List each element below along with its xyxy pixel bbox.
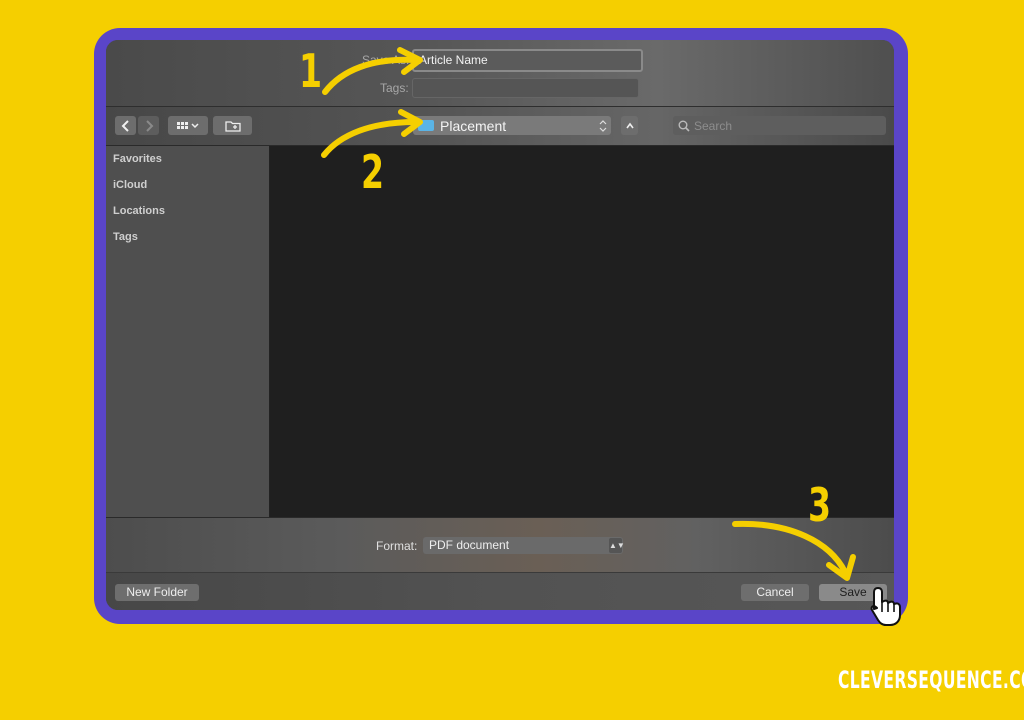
view-options-button[interactable] — [168, 116, 208, 135]
location-value: Placement — [440, 117, 507, 134]
updown-arrow-icon — [599, 120, 607, 132]
step-number-3: 3 — [808, 478, 832, 532]
grid-view-icon — [177, 121, 199, 129]
format-dropdown[interactable]: PDF document ▲▼ — [423, 537, 625, 554]
dialog-header: Save As: Article Name Tags: — [106, 40, 894, 107]
new-folder-button[interactable]: New Folder — [115, 584, 199, 601]
button-bar: New Folder Cancel Save — [106, 572, 894, 610]
format-value: PDF document — [429, 538, 510, 552]
chevron-up-icon — [625, 122, 634, 128]
forward-button[interactable] — [138, 116, 159, 135]
chevron-left-icon — [121, 119, 129, 132]
watermark: CLEVERSEQUENCE.COM — [838, 666, 1024, 694]
save-dialog: Save As: Article Name Tags: Placement Se… — [106, 40, 894, 610]
dialog-toolbar: Placement Search — [106, 107, 894, 146]
search-placeholder: Search — [694, 118, 733, 133]
format-label: Format: — [376, 539, 418, 553]
step-number-1: 1 — [299, 44, 323, 98]
tags-label: Tags: — [380, 81, 409, 95]
folder-icon — [418, 120, 434, 131]
sidebar: Favorites iCloud Locations Tags — [106, 146, 270, 517]
save-button[interactable]: Save — [819, 584, 887, 601]
format-bar: Format: PDF document ▲▼ — [106, 517, 894, 573]
sidebar-item-favorites[interactable]: Favorites — [113, 153, 162, 165]
sidebar-item-locations[interactable]: Locations — [113, 205, 165, 217]
location-dropdown[interactable]: Placement — [413, 116, 611, 135]
step-number-2: 2 — [361, 145, 385, 199]
tags-input[interactable] — [412, 78, 639, 98]
updown-arrow-icon: ▲▼ — [609, 538, 625, 553]
search-field[interactable]: Search — [673, 116, 886, 135]
back-button[interactable] — [115, 116, 136, 135]
new-folder-toolbar-button[interactable] — [213, 116, 252, 135]
sidebar-item-icloud[interactable]: iCloud — [113, 179, 147, 191]
search-icon — [678, 120, 690, 132]
folder-plus-icon — [224, 120, 241, 132]
cancel-button[interactable]: Cancel — [741, 584, 809, 601]
expand-button[interactable] — [621, 116, 638, 135]
save-as-label: Save As: — [362, 53, 410, 67]
file-browser-pane[interactable] — [270, 146, 894, 517]
sidebar-item-tags[interactable]: Tags — [113, 231, 138, 243]
chevron-right-icon — [145, 119, 153, 132]
save-as-input[interactable]: Article Name — [412, 49, 643, 72]
